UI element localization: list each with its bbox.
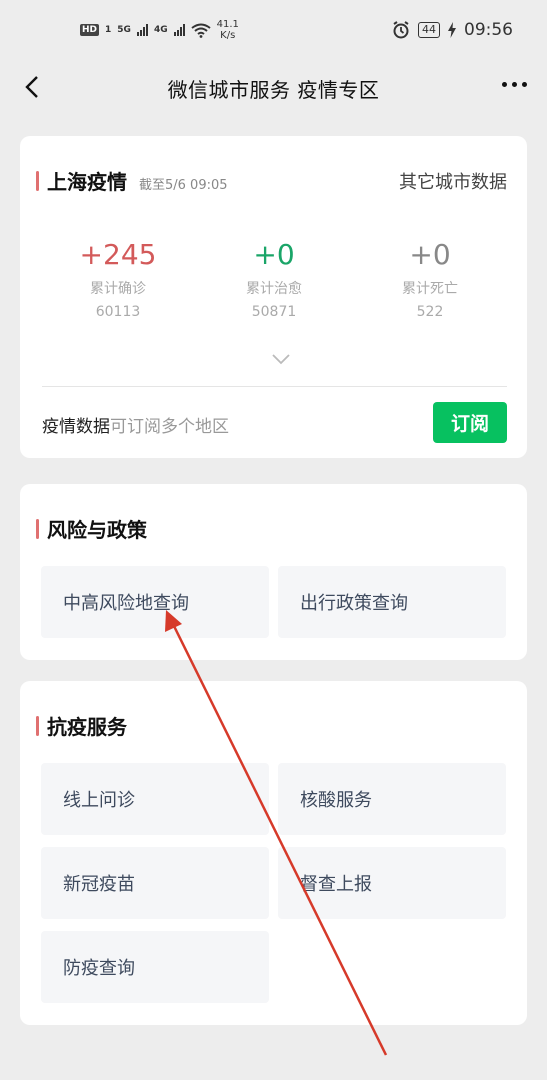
stat-deaths: +0 累计死亡 522	[352, 238, 508, 320]
alarm-icon	[393, 21, 409, 39]
other-cities-link[interactable]: 其它城市数据	[399, 168, 507, 194]
wifi-icon	[190, 23, 211, 38]
battery-icon: 44	[418, 22, 440, 38]
stat-label: 累计确诊	[90, 281, 146, 297]
hd-badge: HD	[80, 24, 100, 36]
subscribe-button[interactable]: 订阅	[433, 402, 507, 443]
nav-bar: 微信城市服务 疫情专区	[0, 60, 547, 116]
stat-delta: +245	[79, 238, 157, 271]
section-marker	[36, 715, 39, 736]
risk-policy-title: 风险与政策	[47, 518, 147, 542]
vaccine-tile[interactable]: 新冠疫苗	[41, 847, 269, 919]
net-speed: 41.1 K/s	[217, 19, 239, 41]
expand-chevron-icon[interactable]	[271, 352, 291, 366]
prevention-query-tile[interactable]: 防疫查询	[41, 931, 269, 1003]
net-speed-unit: K/s	[220, 30, 236, 41]
more-icon[interactable]	[502, 82, 527, 87]
stat-label: 累计死亡	[402, 281, 458, 297]
nucleic-test-tile[interactable]: 核酸服务	[278, 763, 506, 835]
stat-value: 522	[416, 304, 444, 320]
signal-icon	[136, 24, 148, 36]
status-right: 44 09:56	[392, 20, 513, 40]
stat-cured: +0 累计治愈 50871	[196, 238, 352, 320]
stat-value: 60113	[95, 304, 141, 320]
section-marker	[36, 518, 39, 539]
epidemic-city-title: 上海疫情	[47, 170, 127, 194]
subscribe-text: 疫情数据可订阅多个地区	[42, 412, 229, 437]
status-left: HD 1 5G 4G 41.1 K/s	[80, 19, 239, 41]
charging-icon	[448, 22, 456, 38]
risk-policy-card: 风险与政策 中高风险地查询 出行政策查询	[20, 484, 527, 660]
services-title: 抗疫服务	[47, 715, 127, 739]
subscribe-hint: 可订阅多个地区	[110, 417, 229, 437]
status-bar: HD 1 5G 4G 41.1 K/s 44 09:56	[0, 0, 547, 60]
back-icon[interactable]	[18, 72, 48, 102]
subscribe-label: 疫情数据	[42, 417, 110, 437]
online-consult-tile[interactable]: 线上问诊	[41, 763, 269, 835]
report-tile[interactable]: 督查上报	[278, 847, 506, 919]
epidemic-card: 上海疫情 截至5/6 09:05 其它城市数据 +245 累计确诊 60113 …	[20, 136, 527, 458]
stat-delta: +0	[409, 238, 451, 271]
services-header: 抗疫服务	[36, 711, 127, 740]
page-title: 微信城市服务 疫情专区	[167, 77, 380, 102]
signal-icon-2	[173, 24, 185, 36]
network-4g-label: 4G	[153, 25, 168, 35]
stat-value: 50871	[251, 304, 297, 320]
services-card: 抗疫服务 线上问诊 核酸服务 新冠疫苗 督查上报 防疫查询	[20, 681, 527, 1025]
travel-policy-query-tile[interactable]: 出行政策查询	[278, 566, 506, 638]
section-marker	[36, 170, 39, 191]
sim-slot: 1	[105, 25, 112, 35]
stat-confirmed: +245 累计确诊 60113	[40, 238, 196, 320]
clock: 09:56	[464, 20, 513, 40]
divider	[42, 386, 507, 387]
stat-delta: +0	[253, 238, 295, 271]
network-5g-label: 5G	[117, 25, 131, 35]
risk-policy-header: 风险与政策	[36, 514, 147, 543]
update-time: 截至5/6 09:05	[139, 178, 228, 193]
epidemic-header: 上海疫情 截至5/6 09:05	[36, 166, 228, 195]
net-speed-value: 41.1	[216, 19, 239, 30]
stats-row: +245 累计确诊 60113 +0 累计治愈 50871 +0 累计死亡 52…	[20, 238, 527, 320]
risk-area-query-tile[interactable]: 中高风险地查询	[41, 566, 269, 638]
stat-label: 累计治愈	[246, 281, 302, 297]
